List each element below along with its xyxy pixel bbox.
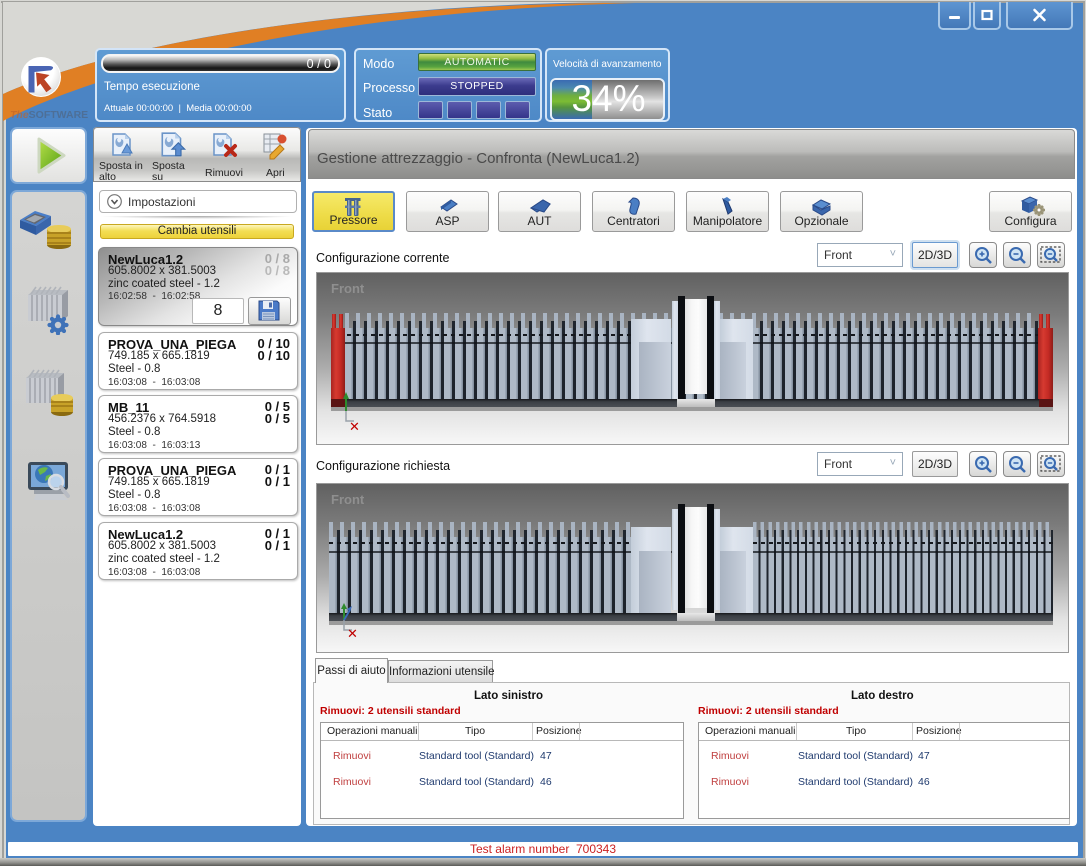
svg-text:✕: ✕ — [347, 626, 358, 640]
svg-text:✕: ✕ — [349, 419, 360, 433]
